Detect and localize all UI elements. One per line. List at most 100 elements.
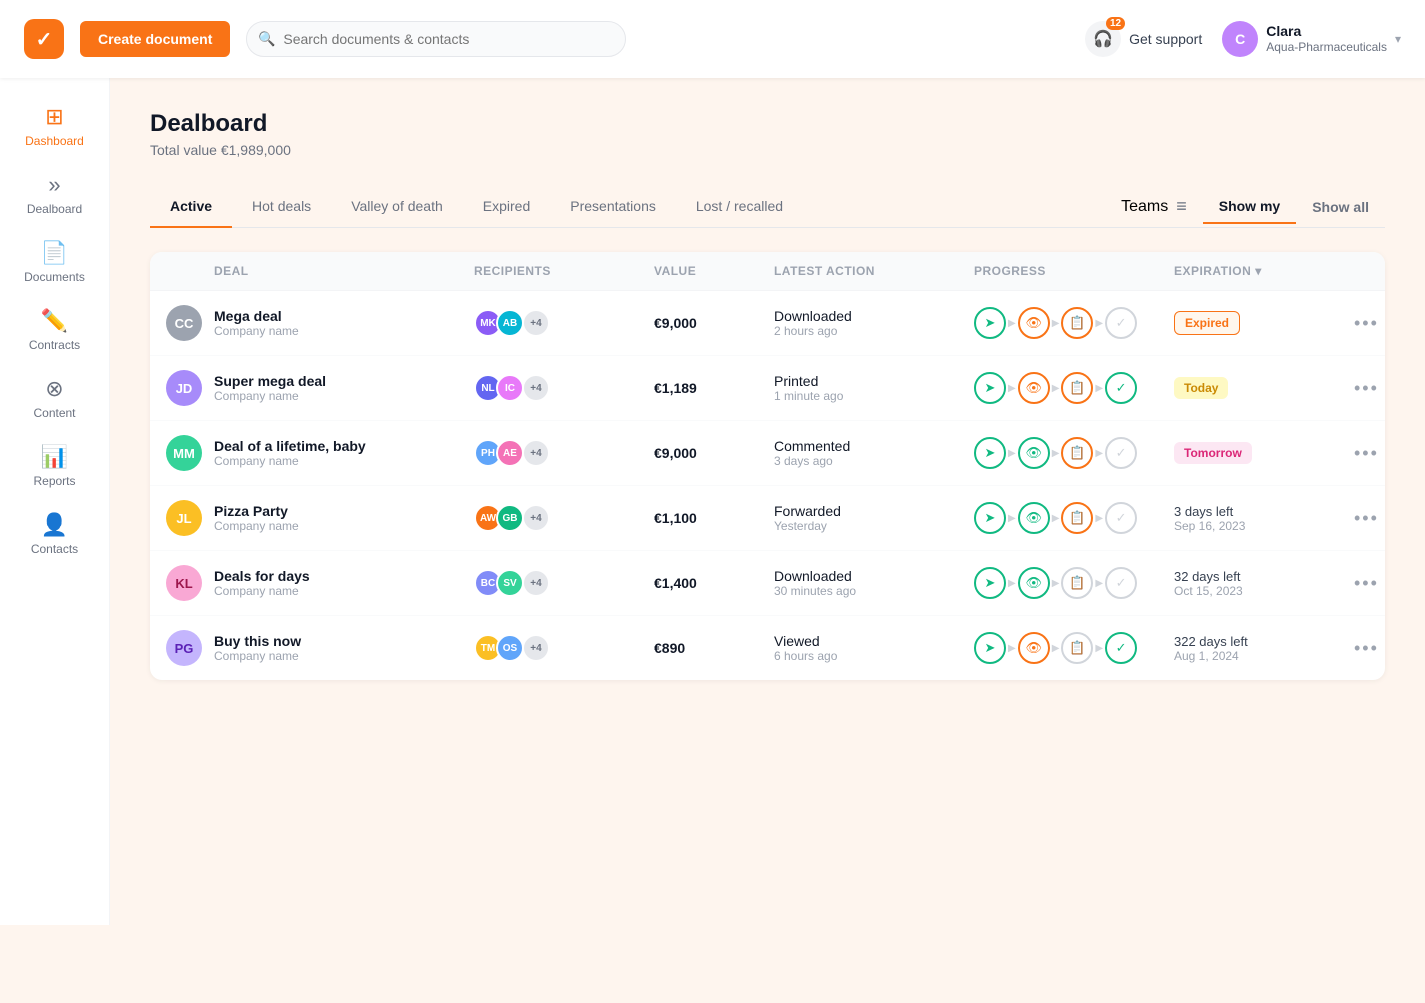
deal-avatar: MM	[166, 435, 202, 471]
tab-lost[interactable]: Lost / recalled	[676, 186, 803, 228]
progress-cell: ➤ ▶ 👁 ▶ 📋 ▶ ✓	[974, 307, 1174, 339]
content-icon: ⊗	[45, 376, 63, 402]
sidebar-item-dashboard[interactable]: ⊞ Dashboard	[0, 94, 109, 158]
progress-signed-icon: ✓	[1105, 567, 1137, 599]
progress-signed-icon: ✓	[1105, 307, 1137, 339]
recipients-more: +4	[522, 569, 550, 597]
sidebar-item-dealboard[interactable]: » Dealboard	[0, 162, 109, 226]
arrow-icon: ▶	[1008, 318, 1016, 329]
deal-name[interactable]: Deals for days	[214, 568, 474, 584]
deal-name[interactable]: Mega deal	[214, 308, 474, 324]
expiry-cell: Expired	[1174, 311, 1354, 335]
show-my-button[interactable]: Show my	[1203, 190, 1296, 224]
user-menu[interactable]: C Clara Aqua-Pharmaceuticals ▾	[1222, 21, 1401, 57]
deal-name[interactable]: Pizza Party	[214, 503, 474, 519]
search-input[interactable]	[246, 21, 626, 57]
sidebar-item-reports[interactable]: 📊 Reports	[0, 434, 109, 498]
action-cell: Forwarded Yesterday	[774, 503, 974, 533]
recipients-cell: PH AE +4	[474, 439, 654, 467]
deal-company: Company name	[214, 584, 474, 598]
sidebar-item-contacts[interactable]: 👤 Contacts	[0, 502, 109, 566]
filter-icon: ≡	[1176, 196, 1187, 217]
deal-info: Deal of a lifetime, baby Company name	[214, 438, 474, 468]
more-menu-button[interactable]: •••	[1354, 508, 1385, 529]
deal-company: Company name	[214, 649, 474, 663]
sidebar-label-dealboard: Dealboard	[27, 202, 82, 216]
sidebar-item-content[interactable]: ⊗ Content	[0, 366, 109, 430]
sidebar-item-contracts[interactable]: ✏️ Contracts	[0, 298, 109, 362]
th-value: Value	[654, 264, 774, 278]
more-menu-button[interactable]: •••	[1354, 378, 1385, 399]
tab-presentations[interactable]: Presentations	[550, 186, 676, 228]
expiry-badge: Tomorrow	[1174, 442, 1252, 464]
more-menu-button[interactable]: •••	[1354, 443, 1385, 464]
deal-company: Company name	[214, 519, 474, 533]
tab-expired[interactable]: Expired	[463, 186, 550, 228]
deal-avatar: CC	[166, 305, 202, 341]
sidebar-label-reports: Reports	[33, 474, 75, 488]
deal-name[interactable]: Buy this now	[214, 633, 474, 649]
recipients-more: +4	[522, 309, 550, 337]
logo: ✓	[24, 19, 64, 59]
table-row: JD Super mega deal Company name NL IC +4…	[150, 356, 1385, 421]
dealboard-icon: »	[48, 172, 60, 198]
recipient-avatar: AB	[496, 309, 524, 337]
progress-cell: ➤ ▶ 👁 ▶ 📋 ▶ ✓	[974, 372, 1174, 404]
more-menu-button[interactable]: •••	[1354, 638, 1385, 659]
progress-cell: ➤ ▶ 👁 ▶ 📋 ▶ ✓	[974, 632, 1174, 664]
recipients-cell: TM OS +4	[474, 634, 654, 662]
create-document-button[interactable]: Create document	[80, 21, 230, 57]
recipients-cell: AW GB +4	[474, 504, 654, 532]
sidebar: ⊞ Dashboard » Dealboard 📄 Documents ✏️ C…	[0, 78, 110, 925]
progress-signed-icon: ✓	[1105, 632, 1137, 664]
avatar: C	[1222, 21, 1258, 57]
progress-sent-icon: ➤	[974, 307, 1006, 339]
deal-avatar: KL	[166, 565, 202, 601]
get-support-button[interactable]: 🎧 12 Get support	[1085, 21, 1202, 57]
contracts-icon: ✏️	[41, 308, 68, 334]
topnav-right: 🎧 12 Get support C Clara Aqua-Pharmaceut…	[1085, 21, 1401, 57]
more-menu-button[interactable]: •••	[1354, 573, 1385, 594]
reports-icon: 📊	[41, 444, 68, 470]
progress-interacted-icon: 📋	[1061, 437, 1093, 469]
deal-info: Buy this now Company name	[214, 633, 474, 663]
recipients-more: +4	[522, 439, 550, 467]
progress-signed-icon: ✓	[1105, 502, 1137, 534]
th-deal: Deal	[214, 264, 474, 278]
deal-name[interactable]: Deal of a lifetime, baby	[214, 438, 474, 454]
th-progress: Progress	[974, 264, 1174, 278]
more-menu-button[interactable]: •••	[1354, 313, 1385, 334]
progress-cell: ➤ ▶ 👁 ▶ 📋 ▶ ✓	[974, 502, 1174, 534]
value-cell: €890	[654, 640, 774, 656]
recipients-cell: BC SV +4	[474, 569, 654, 597]
th-avatar	[166, 264, 214, 278]
tab-active[interactable]: Active	[150, 186, 232, 228]
value-cell: €1,100	[654, 510, 774, 526]
user-name: Clara	[1266, 22, 1387, 40]
deal-info: Mega deal Company name	[214, 308, 474, 338]
recipients-cell: MK AB +4	[474, 309, 654, 337]
support-icon: 🎧 12	[1085, 21, 1121, 57]
value-cell: €1,189	[654, 380, 774, 396]
tab-valley[interactable]: Valley of death	[331, 186, 463, 228]
deal-info: Super mega deal Company name	[214, 373, 474, 403]
progress-interacted-icon: 📋	[1061, 567, 1093, 599]
expiry-cell: 3 days left Sep 16, 2023	[1174, 504, 1354, 533]
tab-hot-deals[interactable]: Hot deals	[232, 186, 331, 228]
recipients-cell: NL IC +4	[474, 374, 654, 402]
sidebar-item-documents[interactable]: 📄 Documents	[0, 230, 109, 294]
sidebar-label-dashboard: Dashboard	[25, 134, 84, 148]
show-all-button[interactable]: Show all	[1296, 190, 1385, 223]
sidebar-label-contracts: Contracts	[29, 338, 80, 352]
deal-company: Company name	[214, 389, 474, 403]
progress-sent-icon: ➤	[974, 502, 1006, 534]
deals-table: Deal Recipients Value Latest action Prog…	[150, 252, 1385, 680]
arrow-icon: ▶	[1095, 318, 1103, 329]
table-row: PG Buy this now Company name TM OS +4 €8…	[150, 616, 1385, 680]
user-org: Aqua-Pharmaceuticals	[1266, 40, 1387, 56]
teams-filter[interactable]: Teams ≡	[1121, 196, 1187, 217]
value-cell: €9,000	[654, 315, 774, 331]
progress-sent-icon: ➤	[974, 632, 1006, 664]
deal-avatar: JL	[166, 500, 202, 536]
deal-name[interactable]: Super mega deal	[214, 373, 474, 389]
